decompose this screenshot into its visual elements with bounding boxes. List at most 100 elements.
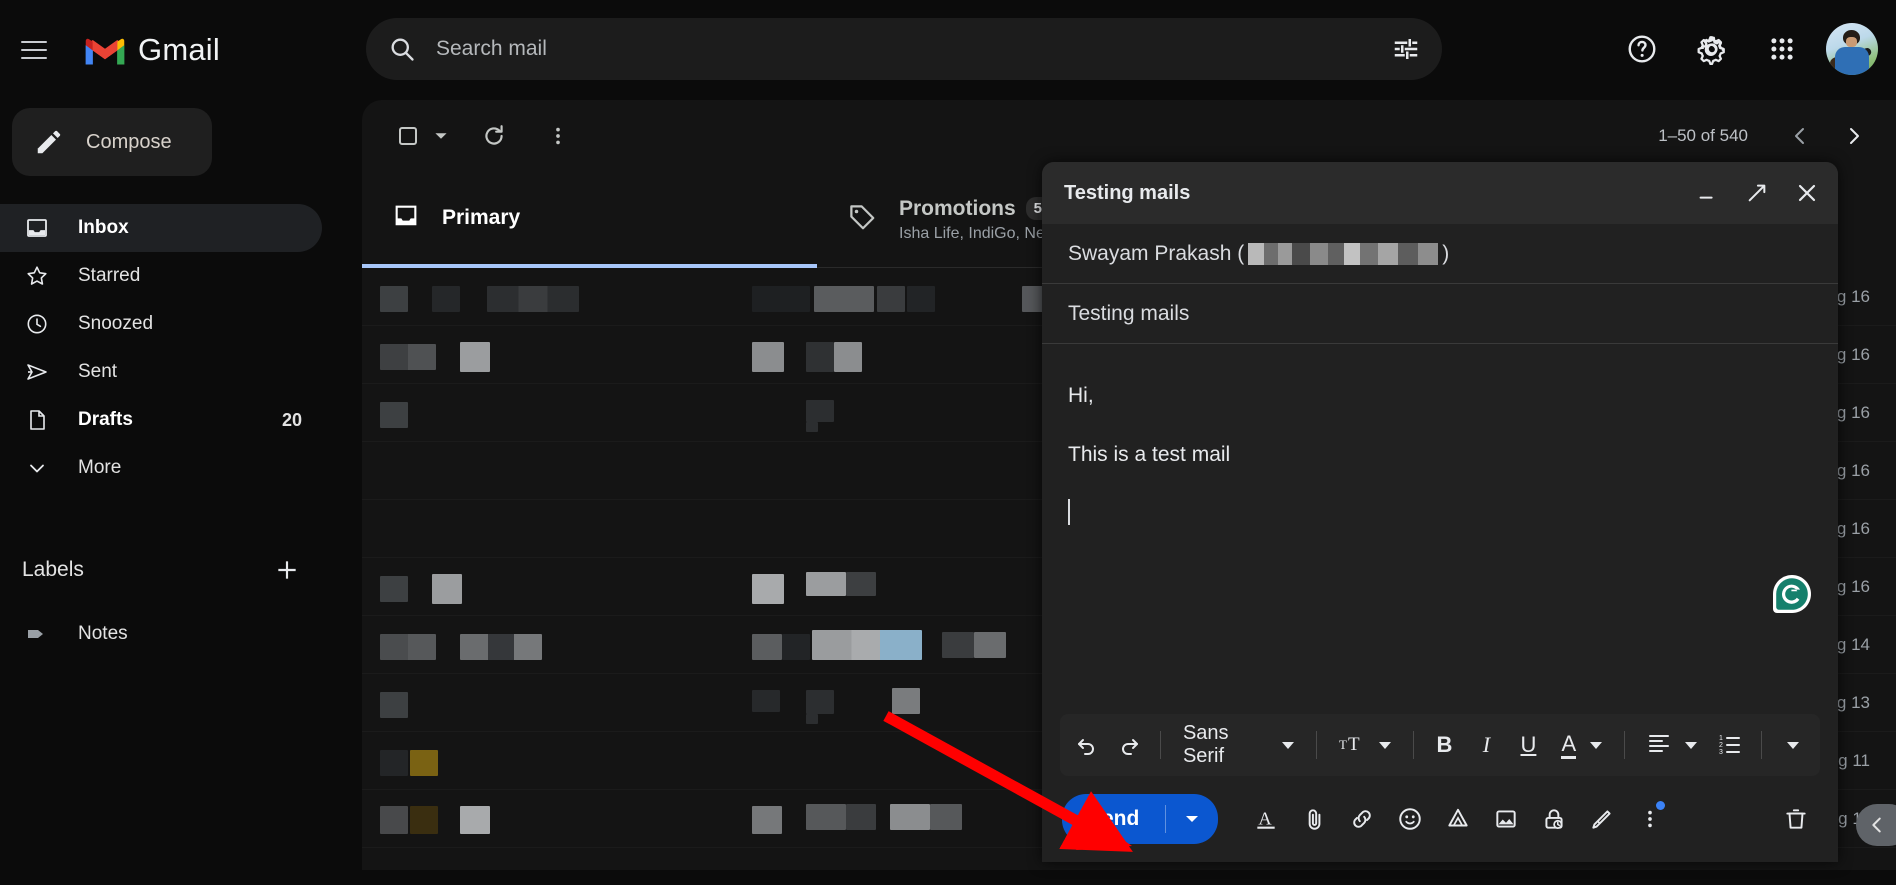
- labels-header: Labels: [0, 548, 340, 592]
- align-select[interactable]: [1637, 732, 1707, 759]
- grammarly-icon[interactable]: [1770, 572, 1814, 616]
- help-icon[interactable]: [1616, 23, 1668, 75]
- tag-icon: [847, 202, 877, 237]
- body-line: Hi,: [1068, 384, 1094, 407]
- svg-text:T: T: [1339, 737, 1347, 752]
- emoji-icon[interactable]: [1388, 797, 1432, 841]
- toolbar-more-button[interactable]: [1774, 724, 1812, 766]
- prev-page-button[interactable]: [1776, 112, 1824, 160]
- format-text-icon[interactable]: A: [1244, 797, 1288, 841]
- top-right-actions: [1616, 18, 1878, 80]
- more-vertical-icon[interactable]: [1628, 797, 1672, 841]
- italic-button[interactable]: I: [1467, 724, 1505, 766]
- pen-icon[interactable]: [1580, 797, 1624, 841]
- sidebar-item-label: Inbox: [78, 217, 129, 238]
- search-input[interactable]: [436, 37, 1380, 61]
- chevron-down-icon: [1186, 816, 1199, 822]
- link-icon[interactable]: [1340, 797, 1384, 841]
- refresh-icon[interactable]: [470, 112, 518, 160]
- align-icon: [1647, 732, 1671, 759]
- message-body[interactable]: Hi, This is a test mail: [1042, 344, 1838, 714]
- minimize-icon[interactable]: [1690, 176, 1724, 210]
- svg-text:T: T: [1348, 734, 1360, 755]
- compose-header[interactable]: Testing mails: [1042, 162, 1838, 224]
- tag-icon: [22, 622, 52, 646]
- svg-text:3: 3: [1719, 749, 1723, 756]
- compose-window: Testing mails Swayam Prakash ( ) Testing…: [1042, 162, 1838, 862]
- recipient-name: Swayam Prakash (: [1068, 241, 1245, 265]
- inbox-icon: [22, 216, 52, 240]
- compose-window-actions: [1690, 176, 1824, 210]
- trash-icon[interactable]: [1774, 797, 1818, 841]
- chevron-down-icon: [1281, 741, 1294, 749]
- collapse-panel-button[interactable]: [1856, 804, 1896, 846]
- notification-dot: [1656, 801, 1666, 810]
- search-bar[interactable]: [366, 18, 1442, 80]
- tune-icon[interactable]: [1380, 23, 1432, 75]
- font-family-value: Sans Serif: [1182, 722, 1229, 767]
- underline-button[interactable]: U: [1509, 724, 1547, 766]
- sidebar-item-starred[interactable]: Starred: [0, 252, 322, 300]
- redacted-email-address: [1248, 242, 1439, 265]
- send-button[interactable]: Send: [1062, 794, 1219, 844]
- sidebar-item-sent[interactable]: Sent: [0, 348, 322, 396]
- star-icon: [22, 264, 52, 288]
- plus-icon[interactable]: [274, 557, 300, 583]
- compose-title: Testing mails: [1064, 181, 1191, 204]
- font-size-icon: TT: [1339, 731, 1365, 760]
- expand-icon[interactable]: [1740, 176, 1774, 210]
- compose-button[interactable]: Compose: [12, 108, 212, 176]
- sidebar-item-inbox[interactable]: Inbox: [0, 204, 322, 252]
- avatar[interactable]: [1826, 23, 1878, 75]
- more-vertical-icon[interactable]: [534, 112, 582, 160]
- text-cursor: [1068, 484, 1812, 543]
- chevron-down-icon: [22, 456, 52, 480]
- body-line: This is a test mail: [1068, 443, 1231, 466]
- lock-clock-icon[interactable]: [1532, 797, 1576, 841]
- sidebar-item-label: Snoozed: [78, 313, 154, 334]
- sidebar-nav: Inbox Starred Snoozed Sent Drafts 20 Mor…: [0, 204, 340, 492]
- sidebar-label-notes[interactable]: Notes: [0, 610, 322, 658]
- checkbox-icon[interactable]: [384, 112, 432, 160]
- apps-grid-icon[interactable]: [1756, 23, 1808, 75]
- text-color-select[interactable]: A: [1551, 731, 1612, 759]
- recipient-field[interactable]: Swayam Prakash ( ): [1042, 224, 1838, 284]
- gmail-m-icon: [85, 38, 125, 64]
- gmail-logo[interactable]: Gmail: [82, 32, 220, 68]
- gear-icon[interactable]: [1686, 23, 1738, 75]
- close-icon[interactable]: [1790, 176, 1824, 210]
- compose-label: Compose: [86, 130, 172, 153]
- font-family-select[interactable]: Sans Serif: [1173, 722, 1304, 768]
- image-icon[interactable]: [1484, 797, 1528, 841]
- sidebar-item-more[interactable]: More: [0, 444, 322, 492]
- chevron-down-icon: [1590, 741, 1603, 749]
- paperclip-icon[interactable]: [1292, 797, 1336, 841]
- tab-label: Promotions: [899, 196, 1016, 220]
- subject-field[interactable]: Testing mails: [1042, 284, 1838, 344]
- text-color-label: A: [1561, 731, 1577, 759]
- inbox-icon: [392, 202, 420, 235]
- sidebar-item-label: Sent: [78, 361, 118, 382]
- select-all-control[interactable]: [384, 112, 448, 160]
- send-options-button[interactable]: [1166, 813, 1218, 825]
- top-bar: Gmail: [0, 0, 1896, 100]
- numbered-list-icon[interactable]: 123: [1711, 724, 1749, 766]
- sidebar-item-snoozed[interactable]: Snoozed: [0, 300, 322, 348]
- sidebar: Compose Inbox Starred Snoozed Sent Draft…: [0, 100, 340, 885]
- google-drive-icon[interactable]: [1436, 797, 1480, 841]
- sidebar-item-count: 20: [281, 409, 302, 430]
- search-icon[interactable]: [388, 35, 416, 63]
- hamburger-icon[interactable]: [10, 26, 58, 74]
- font-size-select[interactable]: TT: [1329, 731, 1401, 760]
- subject-text: Testing mails: [1068, 301, 1190, 325]
- sidebar-item-drafts[interactable]: Drafts 20: [0, 396, 322, 444]
- tab-primary[interactable]: Primary: [362, 172, 817, 268]
- compose-footer: Send A: [1042, 776, 1838, 862]
- clock-icon: [22, 312, 52, 336]
- chevron-down-icon[interactable]: [434, 129, 448, 143]
- redo-icon[interactable]: [1110, 724, 1148, 766]
- next-page-button[interactable]: [1830, 112, 1878, 160]
- bold-button[interactable]: B: [1425, 724, 1463, 766]
- undo-icon[interactable]: [1068, 724, 1106, 766]
- formatting-toolbar: Sans Serif TT B I U A 1 2 3: [1060, 714, 1820, 776]
